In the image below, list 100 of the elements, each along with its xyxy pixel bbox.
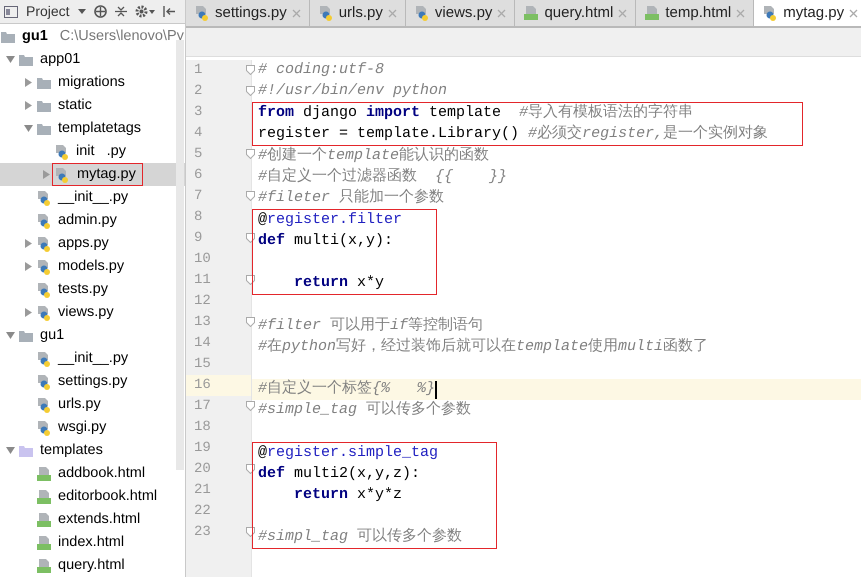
tree-item[interactable]: extends.html <box>0 508 185 531</box>
tree-item[interactable]: addbook.html <box>0 462 185 485</box>
file-name: settings.py <box>57 372 128 391</box>
tree-item[interactable]: init .py <box>0 140 185 163</box>
tree-item[interactable]: templates <box>0 439 185 462</box>
caret-icon[interactable] <box>78 8 86 14</box>
python-file-icon <box>36 304 52 320</box>
locate-icon[interactable] <box>94 5 107 18</box>
tree-item[interactable]: tests.py <box>0 278 185 301</box>
expanded-arrow-icon[interactable] <box>6 447 14 454</box>
tree-item[interactable]: gu1 <box>0 324 185 347</box>
collapse-all-icon[interactable] <box>114 5 127 18</box>
code-line: #自定义一个标签{% %} <box>258 378 436 400</box>
editor-tab[interactable]: views.py <box>406 0 516 26</box>
fold-marker-icon[interactable] <box>246 191 255 201</box>
tree-item[interactable]: app01 <box>0 48 185 71</box>
tree-item[interactable]: models.py <box>0 255 185 278</box>
tree-item[interactable]: urls.py <box>0 393 185 416</box>
code-line: return x*y <box>293 273 384 294</box>
tree-item[interactable]: __init__.py <box>0 347 185 370</box>
line-number: 22 <box>194 502 211 521</box>
collapsed-arrow-icon[interactable] <box>42 170 50 179</box>
line-number: 19 <box>194 439 211 458</box>
line-number: 4 <box>194 124 202 143</box>
file-name: __init__.py <box>56 348 130 368</box>
python-file-icon <box>36 258 52 274</box>
fold-marker-icon[interactable] <box>246 149 255 159</box>
file-name: init .py <box>75 142 127 161</box>
file-name: views.py <box>57 302 115 322</box>
tree-item[interactable]: gu1 C:\Users\lenovo\Py <box>0 25 185 48</box>
fold-marker-icon[interactable] <box>246 86 255 96</box>
file-name: addbook.html <box>57 464 146 483</box>
line-number: 6 <box>194 166 202 185</box>
file-name: app01 <box>39 50 82 69</box>
html-file-icon <box>523 5 540 21</box>
fold-marker-icon[interactable] <box>246 317 255 327</box>
python-file-icon <box>54 144 70 160</box>
code-line: def multi(x,y): <box>258 231 394 252</box>
tree-item[interactable]: index.html <box>0 531 185 554</box>
code-line: # coding:utf-8 <box>258 60 384 80</box>
tree-item[interactable]: templatetags <box>0 117 185 140</box>
code-line: #!/usr/bin/env python <box>258 81 448 102</box>
tree-item[interactable]: apps.py <box>0 232 185 255</box>
collapsed-arrow-icon[interactable] <box>24 239 32 248</box>
line-number: 18 <box>194 418 211 437</box>
python-file-icon <box>36 350 52 366</box>
expanded-arrow-icon[interactable] <box>24 125 32 132</box>
folder-icon <box>18 328 34 342</box>
line-number: 12 <box>194 292 211 311</box>
close-icon[interactable] <box>497 8 506 18</box>
expanded-arrow-icon[interactable] <box>6 332 14 339</box>
close-icon[interactable] <box>736 8 746 18</box>
html-file-icon <box>36 466 52 482</box>
close-icon[interactable] <box>849 8 858 18</box>
tree-item[interactable]: static <box>0 94 185 117</box>
fold-marker-icon[interactable] <box>246 65 255 75</box>
editor-tab[interactable]: mytag.py <box>754 0 861 26</box>
settings-icon[interactable] <box>134 5 155 18</box>
editor-tab[interactable]: urls.py <box>310 0 406 26</box>
code-line: register = template.Library() #必须交register,是一个实例对象 <box>258 123 768 144</box>
tree-item[interactable]: editorbook.html <box>0 485 185 508</box>
python-file-icon <box>36 420 52 436</box>
file-name: models.py <box>57 256 126 276</box>
line-number: 17 <box>194 397 211 416</box>
close-icon[interactable] <box>618 8 628 18</box>
folder-icon <box>36 122 52 136</box>
code-line: from django import template #导入有模板语法的字符串 <box>258 102 694 124</box>
close-icon[interactable] <box>388 8 397 18</box>
collapsed-arrow-icon[interactable] <box>24 308 32 317</box>
line-number: 10 <box>194 250 211 269</box>
editor-tab[interactable]: settings.py <box>186 0 310 26</box>
editor-tab[interactable]: query.html <box>515 0 636 26</box>
line-number: 21 <box>194 481 211 500</box>
file-name: query.html <box>57 556 126 575</box>
expanded-arrow-icon[interactable] <box>6 56 14 63</box>
editor-tab[interactable]: temp.html <box>636 0 754 26</box>
file-name: templatetags <box>57 118 142 138</box>
python-file-icon <box>36 236 52 252</box>
collapsed-arrow-icon[interactable] <box>24 78 32 87</box>
collapsed-arrow-icon[interactable] <box>24 101 32 110</box>
hide-panel-icon[interactable] <box>162 5 176 18</box>
tree-item[interactable]: migrations <box>0 71 185 94</box>
tree-item[interactable]: mytag.py <box>0 163 185 186</box>
file-name: apps.py <box>57 234 110 253</box>
python-file-icon <box>318 5 334 21</box>
tree-item[interactable]: admin.py <box>0 209 185 232</box>
tree-item[interactable]: wsgi.py <box>0 416 185 439</box>
python-file-icon <box>36 212 52 228</box>
line-number: 14 <box>194 334 211 353</box>
file-name: __init__.py <box>56 188 130 207</box>
close-icon[interactable] <box>292 8 301 18</box>
tree-item[interactable]: settings.py <box>0 370 185 393</box>
tree-item[interactable]: views.py <box>0 301 185 324</box>
tree-item[interactable]: query.html <box>0 554 185 577</box>
file-name: index.html <box>57 532 126 552</box>
line-number: 15 <box>194 355 211 374</box>
collapsed-arrow-icon[interactable] <box>24 262 32 271</box>
fold-marker-icon[interactable] <box>246 401 255 411</box>
tree-item[interactable]: __init__.py <box>0 186 185 209</box>
file-name: mytag.py <box>52 162 143 186</box>
